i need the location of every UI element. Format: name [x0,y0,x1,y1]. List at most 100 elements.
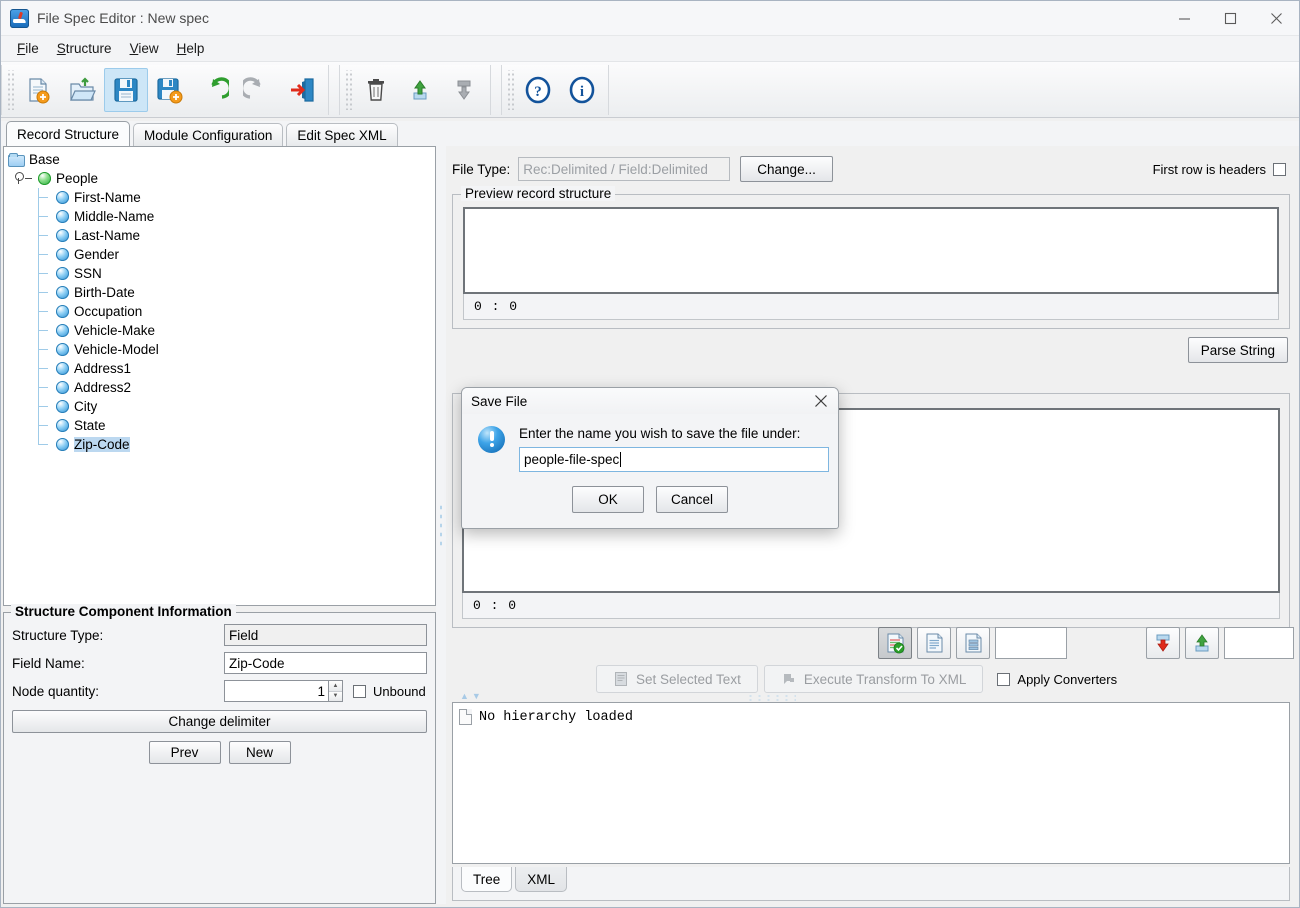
tree-node-people[interactable]: People [8,169,435,188]
tree-node-field[interactable]: First-Name [8,188,435,207]
window-controls [1161,1,1299,36]
tree-node-label: City [74,399,98,414]
change-delimiter-button[interactable]: Change delimiter [12,710,427,733]
tree-connector [38,226,56,245]
tree-node-field[interactable]: Birth-Date [8,283,435,302]
tree-node-field[interactable]: Vehicle-Make [8,321,435,340]
menu-help[interactable]: Help [168,39,214,58]
toolbar-grip[interactable] [344,69,352,110]
tree-node-field[interactable]: Vehicle-Model [8,340,435,359]
blue-ball-icon [56,381,69,394]
hierarchy-tree-panel[interactable]: No hierarchy loaded [452,702,1290,864]
delete-button[interactable] [354,68,398,112]
tree-connector [38,340,56,359]
move-down-button[interactable] [442,68,486,112]
download-button[interactable] [1146,627,1180,659]
change-file-type-button[interactable]: Change... [740,156,833,182]
splitter-down-arrow-icon[interactable]: ▼ [472,691,481,701]
tree-connector [38,302,56,321]
dialog-close-icon[interactable] [804,388,838,414]
bottom-tab-tree[interactable]: Tree [461,867,513,892]
unbound-checkbox[interactable] [353,684,366,698]
first-row-headers-checkbox[interactable] [1273,162,1286,176]
tree-node-field[interactable]: Gender [8,245,435,264]
tree-connector [25,178,32,179]
tool-text-field[interactable] [995,627,1067,659]
minimize-icon[interactable] [1161,1,1207,36]
node-quantity-row: Node quantity: 1 ▲ ▼ Unbound [12,680,427,702]
tab-edit-spec-xml[interactable]: Edit Spec XML [286,123,398,146]
tree-node-field[interactable]: Zip-Code [8,435,435,454]
save-spec-button[interactable] [104,67,148,112]
structure-type-value: Field [224,624,427,646]
tree-node-label: Zip-Code [74,437,130,452]
preview-textarea[interactable] [463,207,1279,294]
tree-connector [38,416,56,435]
toolbar-grip[interactable] [6,69,14,110]
new-spec-button[interactable] [16,68,60,112]
parse-string-button[interactable]: Parse String [1187,337,1288,363]
stepper-up-icon[interactable]: ▲ [329,681,342,692]
svg-text:i: i [580,84,584,100]
redo-button[interactable] [236,68,280,112]
help-button[interactable]: ? [516,68,560,112]
tree-node-base[interactable]: Base [8,150,435,169]
prev-button[interactable]: Prev [148,741,221,764]
set-selected-text-button[interactable]: Set Selected Text [596,665,758,693]
node-quantity-label: Node quantity: [12,683,100,699]
tree-node-field[interactable]: Address1 [8,359,435,378]
validate-document-button[interactable] [878,627,912,659]
upload-button[interactable] [1185,627,1219,659]
menu-view[interactable]: View [121,39,168,58]
execute-transform-to-xml-button[interactable]: Execute Transform To XML [763,665,984,693]
main-tabstrip: Record Structure Module Configuration Ed… [1,121,1299,146]
dialog-body: Enter the name you wish to save the file… [462,414,838,472]
undo-button[interactable] [192,68,236,112]
tree-node-field[interactable]: Address2 [8,378,435,397]
new-button[interactable]: New [228,741,291,764]
splitter-up-arrow-icon[interactable]: ▲ [460,691,469,701]
tree-node-field[interactable]: Middle-Name [8,207,435,226]
save-as-spec-button[interactable] [148,68,192,112]
maximize-icon[interactable] [1207,1,1253,36]
file-name-input[interactable]: people-file-spec [519,447,829,472]
cancel-button[interactable]: Cancel [656,486,728,513]
field-name-input[interactable]: Zip-Code [224,652,427,674]
tree-node-field[interactable]: Last-Name [8,226,435,245]
open-spec-button[interactable] [60,68,104,112]
tree-node-field[interactable]: City [8,397,435,416]
preview-caret-status: 0 : 0 [463,294,1279,320]
horizontal-splitter-grip[interactable] [746,694,796,701]
ok-button[interactable]: OK [572,486,644,513]
splitter-collapse-arrows[interactable]: ▲ ▼ [460,691,481,701]
toolbar-grip[interactable] [506,69,514,110]
tree-node-field[interactable]: SSN [8,264,435,283]
stepper-down-icon[interactable]: ▼ [329,691,342,701]
exit-button[interactable] [280,68,324,112]
bottom-tab-xml[interactable]: XML [515,867,568,892]
vertical-splitter[interactable] [436,146,446,904]
tree-node-label: First-Name [74,190,141,205]
close-icon[interactable] [1253,1,1299,36]
tree-node-label: SSN [74,266,102,281]
expand-collapse-handle-icon[interactable] [12,172,25,185]
node-quantity-stepper[interactable]: ▲ ▼ [329,680,343,702]
structured-document-button[interactable] [956,627,990,659]
plain-document-button[interactable] [917,627,951,659]
menu-structure[interactable]: Structure [48,39,121,58]
tree-node-field[interactable]: State [8,416,435,435]
trailing-text-field[interactable] [1224,627,1294,659]
move-up-button[interactable] [398,68,442,112]
record-structure-tree[interactable]: Base People First-Name Middle-Name Last-Na… [3,146,436,606]
blue-ball-icon [56,248,69,261]
tab-module-configuration[interactable]: Module Configuration [133,123,284,146]
field-name-row: Field Name: Zip-Code [12,652,427,674]
tree-node-field[interactable]: Occupation [8,302,435,321]
node-quantity-input[interactable]: 1 [224,680,329,702]
about-button[interactable]: i [560,68,604,112]
hierarchy-row: No hierarchy loaded [453,703,1289,725]
tab-record-structure[interactable]: Record Structure [6,121,131,146]
menu-file[interactable]: File [8,39,48,58]
blue-ball-icon [56,305,69,318]
apply-converters-checkbox[interactable] [997,672,1011,686]
